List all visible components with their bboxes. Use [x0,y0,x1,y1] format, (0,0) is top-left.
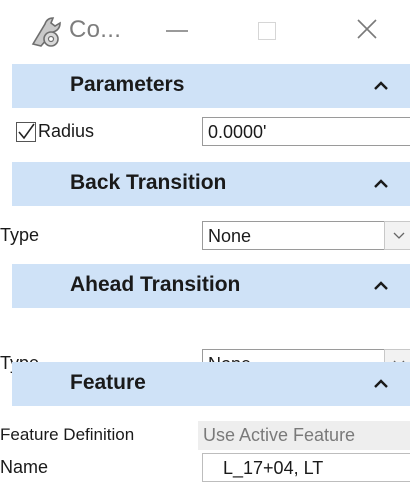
maximize-icon [258,22,276,40]
maximize-button[interactable] [242,10,292,52]
section-title: Back Transition [70,171,227,194]
name-row: Name L_17+04, LT [0,452,410,487]
radius-row: Radius 0.0000' [0,114,410,150]
window-title: Co... [69,16,122,43]
name-label: Name [0,457,49,477]
section-parameters-header[interactable]: Parameters [12,64,410,108]
chevron-down-icon[interactable] [384,221,410,250]
section-feature-header[interactable]: Feature [12,362,410,406]
section-back-transition-header[interactable]: Back Transition [12,162,410,206]
section-title: Ahead Transition [70,273,241,296]
minimize-icon [166,30,188,32]
radius-label: Radius [38,121,95,141]
type-label: Type [0,225,40,245]
minimize-button[interactable] [152,10,202,52]
checkmark-icon [18,123,35,140]
chevron-up-icon[interactable] [372,276,390,294]
radius-field[interactable]: 0.0000' [202,117,410,146]
name-field[interactable]: L_17+04, LT [202,453,410,482]
chevron-up-icon[interactable] [372,76,390,94]
radius-checkbox[interactable] [16,122,36,142]
close-button[interactable] [342,10,392,52]
feature-definition-row: Feature Definition Use Active Feature [0,418,410,452]
title-bar: Co... [0,0,410,62]
section-ahead-transition-header[interactable]: Ahead Transition [12,264,410,308]
chevron-up-icon[interactable] [372,174,390,192]
section-title: Feature [70,371,146,394]
chevron-up-icon[interactable] [372,374,390,392]
close-icon [356,18,378,45]
back-transition-type-row: Type None [0,218,410,254]
feature-definition-field: Use Active Feature [198,421,410,450]
back-transition-type-select[interactable]: None [202,221,410,250]
tools-icon [27,14,65,48]
feature-definition-label: Feature Definition [0,425,135,444]
section-title: Parameters [70,73,185,96]
